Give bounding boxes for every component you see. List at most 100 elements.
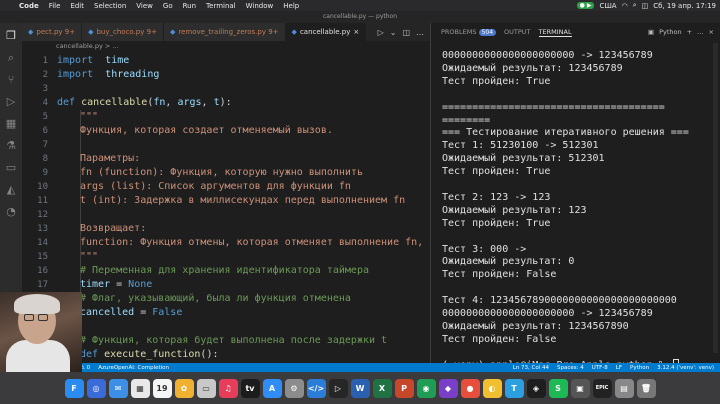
close-icon[interactable]: × bbox=[353, 23, 359, 41]
tab-terminal[interactable]: TERMINAL bbox=[538, 28, 572, 37]
dock-app-icon[interactable]: 19 bbox=[152, 378, 172, 398]
extensions-icon[interactable]: ▦ bbox=[4, 117, 18, 131]
terminal-shell-icon[interactable]: ▣ bbox=[648, 28, 654, 36]
code-editor[interactable]: 1 import time 2 import threading 3 4 def cance… bbox=[22, 52, 430, 361]
dock-app-icon[interactable]: F bbox=[64, 378, 84, 398]
dock-app-icon[interactable]: ▦ bbox=[130, 378, 150, 398]
code-line[interactable]: 10 args (list): Список аргументов для фун… bbox=[22, 180, 430, 194]
dock-app-icon[interactable]: ▷ bbox=[328, 378, 348, 398]
terminal-scrollbar[interactable] bbox=[713, 43, 718, 353]
dock-app-icon[interactable]: X bbox=[372, 378, 392, 398]
search-icon[interactable]: ⌕ bbox=[4, 51, 18, 65]
terminal-shell-label[interactable]: Python bbox=[659, 28, 682, 36]
menu-go[interactable]: Go bbox=[158, 2, 178, 10]
dock-app-icon[interactable]: tv bbox=[240, 378, 260, 398]
code-line[interactable]: 8 Параметры: bbox=[22, 152, 430, 166]
code-line[interactable]: 1 import time bbox=[22, 54, 430, 68]
code-line[interactable]: 9 fn (function): Функция, которую нужно в… bbox=[22, 166, 430, 180]
copilot-icon[interactable]: ◔ bbox=[4, 205, 18, 219]
dock-app-icon[interactable]: W bbox=[350, 378, 370, 398]
encoding[interactable]: UTF-8 bbox=[592, 365, 608, 371]
control-center-icon[interactable]: ◫ bbox=[642, 2, 649, 10]
code-line[interactable]: 14 function: Функция отмены, которая отме… bbox=[22, 236, 430, 250]
python-interpreter[interactable]: 3.12.4 ('venv': venv) bbox=[657, 365, 714, 371]
code-line[interactable]: 5 """ bbox=[22, 110, 430, 124]
keyboard-layout[interactable]: США bbox=[599, 2, 616, 10]
menu-selection[interactable]: Selection bbox=[89, 2, 131, 10]
dock-app-icon[interactable]: ▣ bbox=[570, 378, 590, 398]
code-line[interactable]: 15 """ bbox=[22, 250, 430, 264]
menu-file[interactable]: File bbox=[44, 2, 66, 10]
code-line[interactable]: 11 t (int): Задержка в миллисекундах пере… bbox=[22, 194, 430, 208]
wifi-icon[interactable]: ◠ bbox=[622, 2, 628, 10]
breadcrumb[interactable]: cancellable.py > ... bbox=[22, 41, 430, 52]
code-line[interactable]: 22def execute_function(): bbox=[22, 348, 430, 361]
menu-view[interactable]: View bbox=[131, 2, 158, 10]
menu-edit[interactable]: Edit bbox=[65, 2, 89, 10]
dock-app-icon[interactable]: ◎ bbox=[86, 378, 106, 398]
code-line[interactable]: 19cancelled = False bbox=[22, 306, 430, 320]
dock-app-icon[interactable]: ◆ bbox=[438, 378, 458, 398]
code-line[interactable]: 18# Флаг, указывающий, была ли функция о… bbox=[22, 292, 430, 306]
source-control-icon[interactable]: ⑂ bbox=[4, 73, 18, 87]
menu-app-name[interactable]: Code bbox=[14, 2, 44, 10]
more-icon[interactable]: … bbox=[416, 28, 424, 37]
menu-help[interactable]: Help bbox=[278, 2, 304, 10]
dock-app-icon[interactable]: ▤ bbox=[614, 378, 634, 398]
docker-icon[interactable]: ◭ bbox=[4, 183, 18, 197]
menu-run[interactable]: Run bbox=[178, 2, 201, 10]
code-line[interactable]: 2 import threading bbox=[22, 68, 430, 82]
code-line[interactable]: 13 Возвращает: bbox=[22, 222, 430, 236]
dock-app-icon[interactable]: ◉ bbox=[416, 378, 436, 398]
search-icon[interactable]: ⌕ bbox=[633, 1, 637, 10]
code-line[interactable]: 4 def cancellable(fn, args, t): bbox=[22, 96, 430, 110]
tab-pect[interactable]: ◆ pect.py 9+ bbox=[22, 23, 83, 41]
dock-app-icon[interactable]: ♫ bbox=[218, 378, 238, 398]
dock-app-icon[interactable]: S bbox=[548, 378, 568, 398]
more-icon[interactable]: … bbox=[697, 28, 704, 36]
line-ending[interactable]: LF bbox=[616, 365, 622, 371]
code-line[interactable]: 21# Функция, которая будет выполнена пос… bbox=[22, 334, 430, 348]
clock[interactable]: Сб, 19 апр. 17:19 bbox=[653, 2, 716, 10]
tab-cancellable[interactable]: ◆ cancellable.py × bbox=[285, 23, 367, 41]
terminal-output[interactable]: 0000000000000000000000 -> 123456789 Ожида… bbox=[430, 41, 720, 363]
dock-app-icon[interactable]: ⚙ bbox=[284, 378, 304, 398]
run-icon[interactable]: ▷ bbox=[378, 28, 384, 37]
dock-app-icon[interactable]: A bbox=[262, 378, 282, 398]
tab-remove-trailing-zeros[interactable]: ◆ remove_trailing_zeros.py 9+ bbox=[163, 23, 286, 41]
dock-app-icon[interactable]: P bbox=[394, 378, 414, 398]
code-line[interactable]: 6 Функция, которая создает отменяемый выз… bbox=[22, 124, 430, 138]
explorer-icon[interactable]: ❐ bbox=[4, 29, 18, 43]
close-panel-icon[interactable]: × bbox=[709, 28, 714, 36]
recording-indicator-icon[interactable]: ● ▶ bbox=[576, 2, 595, 9]
dock-app-icon[interactable]: EPIC bbox=[592, 378, 612, 398]
tab-buy-choco[interactable]: ◆ buy_choco.py 9+ bbox=[82, 23, 164, 41]
menu-window[interactable]: Window bbox=[241, 2, 279, 10]
dock-app-icon[interactable]: ✿ bbox=[174, 378, 194, 398]
chevron-down-icon[interactable]: ⌄ bbox=[390, 28, 397, 37]
testing-icon[interactable]: ⚗ bbox=[4, 139, 18, 153]
dock-app-icon[interactable]: 🗑 bbox=[636, 378, 656, 398]
add-terminal-icon[interactable]: + bbox=[687, 28, 692, 36]
run-debug-icon[interactable]: ▷ bbox=[4, 95, 18, 109]
code-line[interactable]: 7 bbox=[22, 138, 430, 152]
dock-app-icon[interactable]: ◐ bbox=[482, 378, 502, 398]
cursor-position[interactable]: Ln 73, Col 44 bbox=[513, 365, 549, 371]
dock-app-icon[interactable]: T bbox=[504, 378, 524, 398]
code-line[interactable]: 3 bbox=[22, 82, 430, 96]
remote-icon[interactable]: ▭ bbox=[4, 161, 18, 175]
dock-app-icon[interactable]: ● bbox=[460, 378, 480, 398]
menu-terminal[interactable]: Terminal bbox=[201, 2, 241, 10]
dock-app-icon[interactable]: ▭ bbox=[196, 378, 216, 398]
code-line[interactable]: 17 timer = None bbox=[22, 278, 430, 292]
split-editor-icon[interactable]: ◫ bbox=[402, 28, 410, 37]
ai-completion-status[interactable]: AzureOpenAI: Completion bbox=[98, 365, 169, 371]
dock-app-icon[interactable]: </> bbox=[306, 378, 326, 398]
code-line[interactable]: 16 # Переменная для хранения идентификато… bbox=[22, 264, 430, 278]
indentation[interactable]: Spaces: 4 bbox=[557, 365, 584, 371]
code-line[interactable]: 12 bbox=[22, 208, 430, 222]
tab-problems[interactable]: PROBLEMS 504 bbox=[441, 28, 497, 36]
tab-output[interactable]: OUTPUT bbox=[504, 28, 531, 36]
language-mode[interactable]: Python bbox=[630, 365, 649, 371]
dock-app-icon[interactable]: ✉ bbox=[108, 378, 128, 398]
